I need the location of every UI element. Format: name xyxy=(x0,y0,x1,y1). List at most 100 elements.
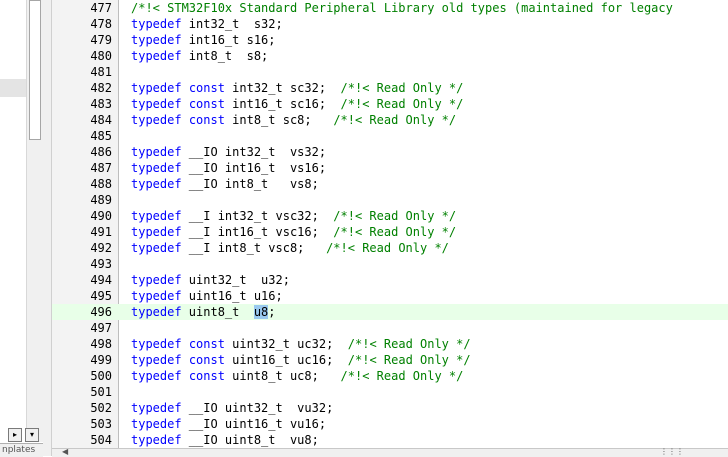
code-text[interactable]: typedef __I int8_t vsc8; /*!< Read Only … xyxy=(131,240,449,256)
code-text[interactable]: typedef const uint32_t uc32; /*!< Read O… xyxy=(131,336,471,352)
line-number: 493 xyxy=(90,257,112,271)
code-line[interactable]: 479 typedef int16_t s16; xyxy=(52,32,728,48)
code-text[interactable]: typedef uint32_t u32; xyxy=(131,272,290,288)
code-text[interactable]: typedef int16_t s16; xyxy=(131,32,276,48)
keyword-token: typedef xyxy=(131,241,182,255)
resize-grip-icon[interactable]: ⋮⋮⋮ xyxy=(660,448,684,456)
project-tree-selected-item[interactable] xyxy=(0,79,26,97)
comment-token: /*!< Read Only */ xyxy=(326,241,449,255)
scroll-right-arrow-icon[interactable]: ▸ xyxy=(8,428,22,442)
code-line[interactable]: 487 typedef __IO int16_t vs16; xyxy=(52,160,728,176)
code-token: int32_t s32; xyxy=(181,17,283,31)
code-token: uint32_t u32; xyxy=(181,273,290,287)
keyword-token: typedef xyxy=(131,49,182,63)
code-text[interactable]: typedef __IO uint32_t vu32; xyxy=(131,400,333,416)
code-line[interactable]: 486 typedef __IO int32_t vs32; xyxy=(52,144,728,160)
code-line[interactable]: 502 typedef __IO uint32_t vu32; xyxy=(52,400,728,416)
code-token: __I int8_t vsc8; xyxy=(181,241,327,255)
line-number: 490 xyxy=(90,209,112,223)
code-token: uint8_t xyxy=(181,305,254,319)
code-text[interactable]: typedef const uint16_t uc16; /*!< Read O… xyxy=(131,352,471,368)
code-text[interactable]: typedef const uint8_t uc8; /*!< Read Onl… xyxy=(131,368,463,384)
code-line[interactable]: 500 typedef const uint8_t uc8; /*!< Read … xyxy=(52,368,728,384)
project-panel-scroll-thumb[interactable] xyxy=(29,0,41,140)
line-number: 491 xyxy=(90,225,112,239)
keyword-token: typedef xyxy=(131,97,182,111)
keyword-token: const xyxy=(188,337,225,351)
code-line[interactable]: 490 typedef __I int32_t vsc32; /*!< Read … xyxy=(52,208,728,224)
scroll-left-arrow-icon[interactable]: ◀ xyxy=(62,448,68,456)
code-line[interactable]: 481 xyxy=(52,64,728,80)
code-line[interactable]: 491 typedef __I int16_t vsc16; /*!< Read … xyxy=(52,224,728,240)
code-token: uint16_t uc16; xyxy=(224,353,348,367)
code-line[interactable]: 498 typedef const uint32_t uc32; /*!< Rea… xyxy=(52,336,728,352)
code-line[interactable]: 485 xyxy=(52,128,728,144)
line-number: 500 xyxy=(90,369,112,383)
code-line[interactable]: 488 typedef __IO int8_t vs8; xyxy=(52,176,728,192)
code-token: int8_t s8; xyxy=(181,49,269,63)
code-line[interactable]: 489 xyxy=(52,192,728,208)
code-editor[interactable]: 477 /*!< STM32F10x Standard Peripheral Li… xyxy=(52,0,728,448)
code-line[interactable]: 482 typedef const int32_t sc32; /*!< Read… xyxy=(52,80,728,96)
code-line[interactable]: 477 /*!< STM32F10x Standard Peripheral Li… xyxy=(52,0,728,16)
code-text[interactable]: typedef __I int16_t vsc16; /*!< Read Onl… xyxy=(131,224,456,240)
project-panel-tabs: nplates xyxy=(0,443,43,457)
code-token: __IO int8_t vs8; xyxy=(181,177,319,191)
code-text[interactable]: typedef __IO int16_t vs16; xyxy=(131,160,326,176)
keyword-token: typedef xyxy=(131,401,182,415)
panel-splitter[interactable] xyxy=(43,0,52,456)
code-text[interactable]: typedef __IO int32_t vs32; xyxy=(131,144,326,160)
comment-token: /*!< Read Only */ xyxy=(347,353,471,367)
code-line[interactable]: 492 typedef __I int8_t vsc8; /*!< Read On… xyxy=(52,240,728,256)
line-number: 498 xyxy=(90,337,112,351)
code-line[interactable]: 478 typedef int32_t s32; xyxy=(52,16,728,32)
code-line[interactable]: 496 typedef uint8_t u8; xyxy=(52,304,728,320)
code-line[interactable]: 499 typedef const uint16_t uc16; /*!< Rea… xyxy=(52,352,728,368)
code-text[interactable]: typedef int32_t s32; xyxy=(131,16,283,32)
code-token: __IO uint32_t vu32; xyxy=(181,401,334,415)
keyword-token: typedef xyxy=(131,145,182,159)
line-number: 497 xyxy=(90,321,112,335)
code-text[interactable]: typedef __IO uint8_t vu8; xyxy=(131,432,319,448)
keyword-token: typedef xyxy=(131,113,182,127)
keyword-token: typedef xyxy=(131,433,182,447)
comment-token: /*!< Read Only */ xyxy=(347,337,471,351)
code-text[interactable]: /*!< STM32F10x Standard Peripheral Libra… xyxy=(131,0,673,16)
comment-token: /*!< Read Only */ xyxy=(340,97,464,111)
code-text[interactable]: typedef __IO uint16_t vu16; xyxy=(131,416,326,432)
code-text[interactable]: typedef const int16_t sc16; /*!< Read On… xyxy=(131,96,463,112)
code-text[interactable]: typedef uint16_t u16; xyxy=(131,288,283,304)
code-text[interactable]: typedef const int32_t sc32; /*!< Read On… xyxy=(131,80,463,96)
code-token: uint16_t u16; xyxy=(181,289,283,303)
project-panel-scrollbar[interactable] xyxy=(26,0,44,442)
comment-token: /*!< Read Only */ xyxy=(340,369,464,383)
keyword-token: typedef xyxy=(131,177,182,191)
code-text[interactable]: typedef __I int32_t vsc32; /*!< Read Onl… xyxy=(131,208,456,224)
code-line[interactable]: 493 xyxy=(52,256,728,272)
code-token: int32_t sc32; xyxy=(224,81,341,95)
code-line[interactable]: 483 typedef const int16_t sc16; /*!< Read… xyxy=(52,96,728,112)
line-number: 480 xyxy=(90,49,112,63)
code-text[interactable]: typedef const int8_t sc8; /*!< Read Only… xyxy=(131,112,456,128)
code-token: __I int16_t vsc16; xyxy=(181,225,334,239)
tab-templates[interactable]: nplates xyxy=(2,445,35,455)
code-text[interactable]: typedef uint8_t u8; xyxy=(131,304,276,320)
code-line[interactable]: 494 typedef uint32_t u32; xyxy=(52,272,728,288)
code-line[interactable]: 497 xyxy=(52,320,728,336)
code-line[interactable]: 480 typedef int8_t s8; xyxy=(52,48,728,64)
comment-token: /*!< Read Only */ xyxy=(340,81,464,95)
code-line[interactable]: 504 typedef __IO uint8_t vu8; xyxy=(52,432,728,448)
line-number: 484 xyxy=(90,113,112,127)
code-text[interactable]: typedef __IO int8_t vs8; xyxy=(131,176,319,192)
line-number: 479 xyxy=(90,33,112,47)
code-text[interactable]: typedef int8_t s8; xyxy=(131,48,268,64)
code-line[interactable]: 503 typedef __IO uint16_t vu16; xyxy=(52,416,728,432)
line-number: 485 xyxy=(90,129,112,143)
code-line[interactable]: 495 typedef uint16_t u16; xyxy=(52,288,728,304)
code-line[interactable]: 501 xyxy=(52,384,728,400)
line-number: 477 xyxy=(90,1,112,15)
code-line[interactable]: 484 typedef const int8_t sc8; /*!< Read O… xyxy=(52,112,728,128)
scroll-down-arrow-icon[interactable]: ▾ xyxy=(25,428,39,442)
